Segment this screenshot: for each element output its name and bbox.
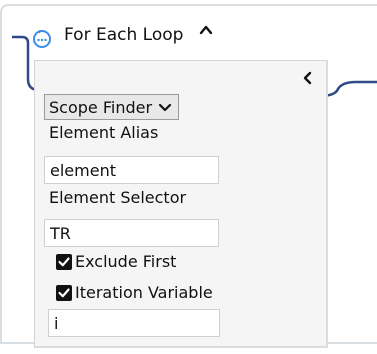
scope-finder-label: Scope Finder [49,97,153,117]
iteration-variable-input[interactable] [48,309,220,337]
checkmark-icon [58,257,70,266]
element-alias-label: Element Alias [49,123,159,142]
node-title: For Each Loop [64,25,184,45]
chevron-down-icon [158,98,172,117]
chevron-up-icon [199,25,213,35]
exclude-first-checkbox[interactable] [56,253,72,270]
loop-icon [30,27,54,51]
chevron-left-icon [303,71,312,85]
checkmark-icon [58,288,70,297]
iteration-variable-label: Iteration Variable [75,283,213,302]
scope-finder-button[interactable]: Scope Finder [44,94,180,120]
iteration-variable-option: Iteration Variable [56,283,213,302]
collapse-panel-button[interactable] [298,68,318,88]
exclude-first-label: Exclude First [75,252,177,271]
collapse-button[interactable] [196,20,216,40]
element-selector-label: Element Selector [49,188,187,207]
element-alias-input[interactable] [44,156,219,184]
element-selector-input[interactable] [44,219,219,247]
iteration-variable-checkbox[interactable] [56,284,72,301]
exclude-first-option: Exclude First [56,252,176,271]
